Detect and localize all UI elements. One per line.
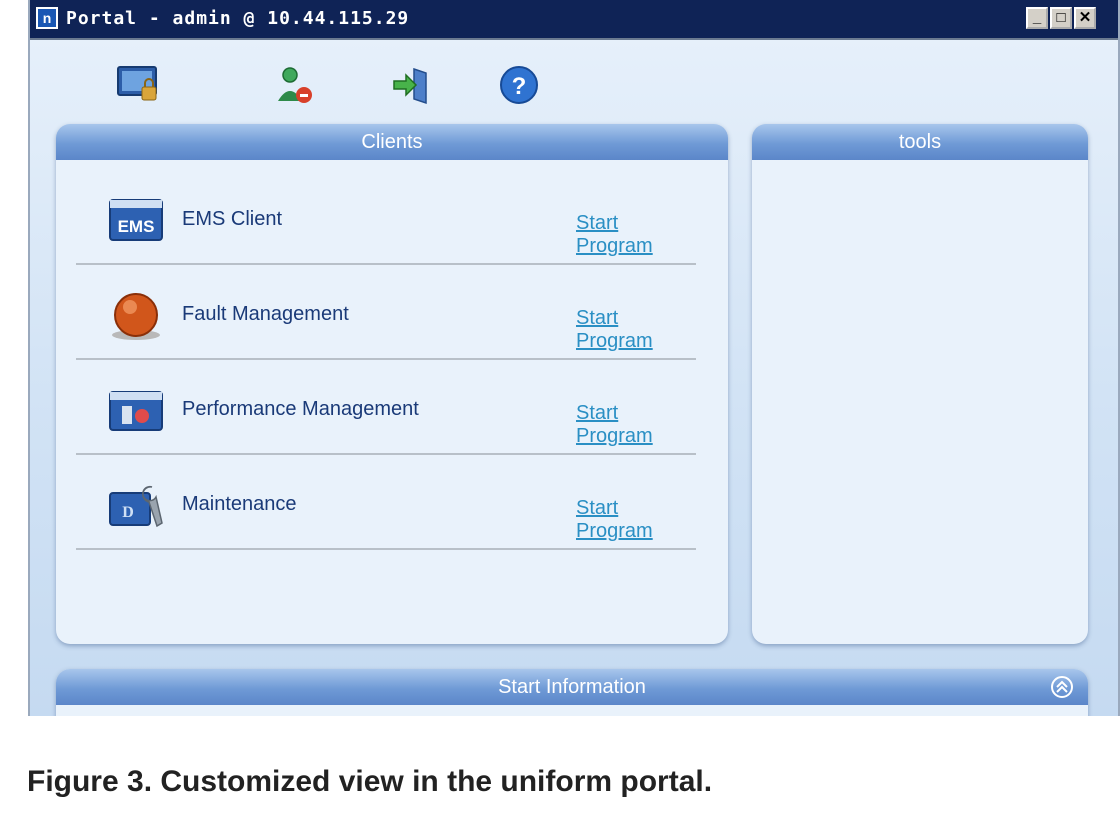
start-information-title: Start Information (498, 676, 646, 698)
tools-panel-title: tools (752, 124, 1088, 160)
lock-screen-icon[interactable] (116, 63, 160, 107)
start-program-link[interactable]: Start Program (576, 402, 696, 448)
ems-icon: EMS (108, 196, 164, 246)
start-program-link[interactable]: Start Program (576, 307, 696, 353)
portal-icon: n (36, 7, 58, 29)
start-information-header[interactable]: Start Information (56, 669, 1088, 705)
clients-panel: Clients EMS EMS Client Start Program Fau… (56, 124, 728, 644)
maintenance-wrench-icon: D (108, 481, 164, 531)
figure-caption: Figure 3. Customized view in the uniform… (27, 765, 713, 798)
tools-panel: tools (752, 124, 1088, 644)
maximize-button[interactable]: □ (1050, 7, 1072, 29)
client-name: EMS Client (182, 208, 283, 230)
window-title: Portal - admin @ 10.44.115.29 (66, 8, 410, 29)
fault-alarm-icon (108, 291, 164, 341)
client-item-fault: Fault Management Start Program (76, 265, 696, 360)
start-information-panel: Start Information (56, 669, 1088, 716)
close-button[interactable]: ✕ (1074, 7, 1096, 29)
client-name: Maintenance (182, 493, 297, 515)
client-name: Fault Management (182, 303, 349, 325)
collapse-up-icon[interactable] (1050, 675, 1074, 699)
performance-icon (108, 386, 164, 436)
svg-text:?: ? (512, 73, 527, 100)
start-program-link[interactable]: Start Program (576, 497, 696, 543)
client-item-ems: EMS EMS Client Start Program (76, 170, 696, 265)
portal-window: n Portal - admin @ 10.44.115.29 _ □ ✕ ? … (28, 0, 1120, 716)
minimize-button[interactable]: _ (1026, 7, 1048, 29)
help-icon[interactable]: ? (498, 63, 542, 107)
clients-panel-title: Clients (56, 124, 728, 160)
svg-text:EMS: EMS (118, 217, 155, 236)
svg-text:D: D (122, 504, 134, 521)
divider (76, 548, 696, 550)
title-bar[interactable]: n Portal - admin @ 10.44.115.29 _ □ ✕ (30, 0, 1118, 40)
start-program-link[interactable]: Start Program (576, 212, 696, 258)
exit-door-icon[interactable] (390, 63, 434, 107)
client-item-maintenance: D Maintenance Start Program (76, 455, 696, 550)
client-name: Performance Management (182, 398, 419, 420)
user-logout-icon[interactable] (274, 63, 318, 107)
client-item-performance: Performance Management Start Program (76, 360, 696, 455)
